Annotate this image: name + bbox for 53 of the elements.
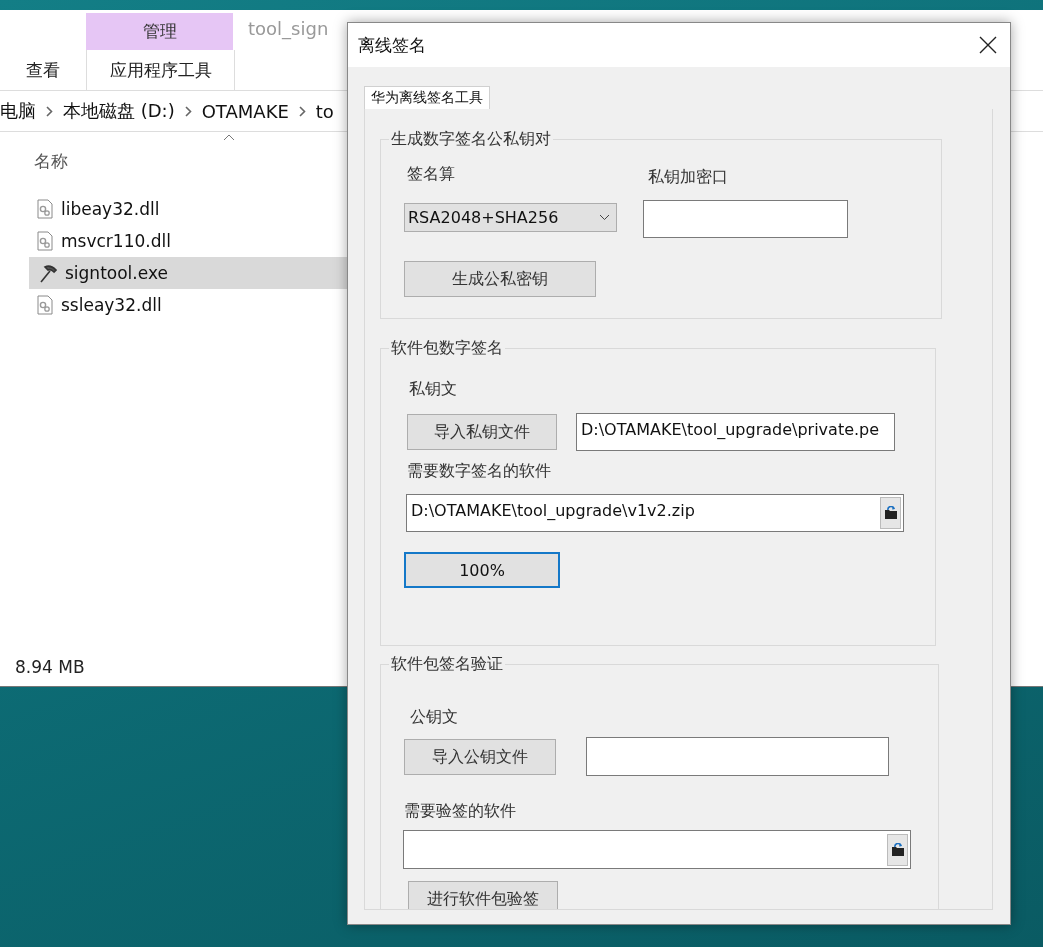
settings-file-icon [37, 231, 53, 251]
status-text: 8.94 MB [15, 657, 85, 677]
column-header[interactable]: 名称 [34, 150, 68, 180]
ribbon-tab[interactable]: 应用程序工具 [86, 50, 235, 90]
group-title: 生成数字签名公私钥对 [389, 129, 553, 150]
password-field[interactable] [643, 200, 848, 238]
breadcrumb-item[interactable]: 电脑 [0, 99, 36, 123]
browse-folder-button[interactable] [887, 833, 908, 866]
chevron-icon [184, 105, 192, 117]
generate-keys-button[interactable]: 生成公私密钥 [404, 261, 596, 297]
package-path-field[interactable]: D:\OTAMAKE\tool_upgrade\v1v2.zip [406, 494, 904, 532]
hammer-icon [37, 263, 57, 283]
window-title: tool_sign [248, 17, 329, 42]
progress-button[interactable]: 100% [404, 552, 560, 588]
settings-file-icon [37, 295, 53, 315]
import-key-button[interactable]: 导入私钥文件 [407, 414, 557, 450]
key-path-field[interactable]: D:\OTAMAKE\tool_upgrade\private.pe [576, 413, 895, 451]
file-name: msvcr110.dll [61, 231, 171, 251]
file-name: signtool.exe [65, 263, 168, 283]
close-icon[interactable] [978, 35, 998, 55]
context-group-label: 管理 [86, 13, 233, 50]
chevron-icon [46, 105, 53, 117]
folder-icon [883, 506, 898, 520]
field-label: 签名算 [407, 164, 456, 185]
folder-icon [890, 842, 905, 857]
chevron-icon [298, 105, 306, 117]
field-label: 私钥加密口 [648, 167, 728, 188]
chevron-down-icon [599, 214, 610, 221]
key-path-field[interactable] [586, 737, 889, 776]
file-row[interactable]: ssleay32.dll [29, 289, 377, 321]
algorithm-dropdown[interactable]: RSA2048+SHA256 [404, 203, 617, 232]
file-row[interactable]: msvcr110.dll [29, 225, 377, 257]
settings-file-icon [37, 199, 53, 219]
package-path-field[interactable] [403, 830, 911, 869]
file-name: libeay32.dll [61, 199, 160, 219]
field-label: 私钥文 [408, 378, 458, 400]
file-name: ssleay32.dll [61, 295, 162, 315]
group-title: 软件包签名验证 [389, 654, 505, 675]
tab[interactable]: 华为离线签名工具 [364, 86, 490, 109]
field-label: 需要数字签名的软件 [406, 460, 552, 482]
field-label: 公钥文 [409, 706, 459, 728]
import-key-button[interactable]: 导入公钥文件 [404, 739, 556, 775]
field-label: 需要验签的软件 [403, 800, 517, 822]
browse-folder-button[interactable] [880, 497, 901, 529]
breadcrumb-item[interactable]: to [315, 100, 334, 122]
breadcrumb-item[interactable]: OTAMAKE [201, 100, 289, 122]
file-row[interactable]: libeay32.dll [29, 193, 377, 225]
sort-caret-icon [223, 134, 235, 141]
group-title: 软件包数字签名 [389, 338, 505, 359]
breadcrumb-item[interactable]: 本地磁盘 (D:) [63, 99, 175, 123]
ribbon-tab[interactable]: 查看 [0, 50, 86, 90]
dialog-title: 离线签名 [358, 33, 426, 57]
verify-button[interactable]: 进行软件包验签 [408, 881, 558, 909]
